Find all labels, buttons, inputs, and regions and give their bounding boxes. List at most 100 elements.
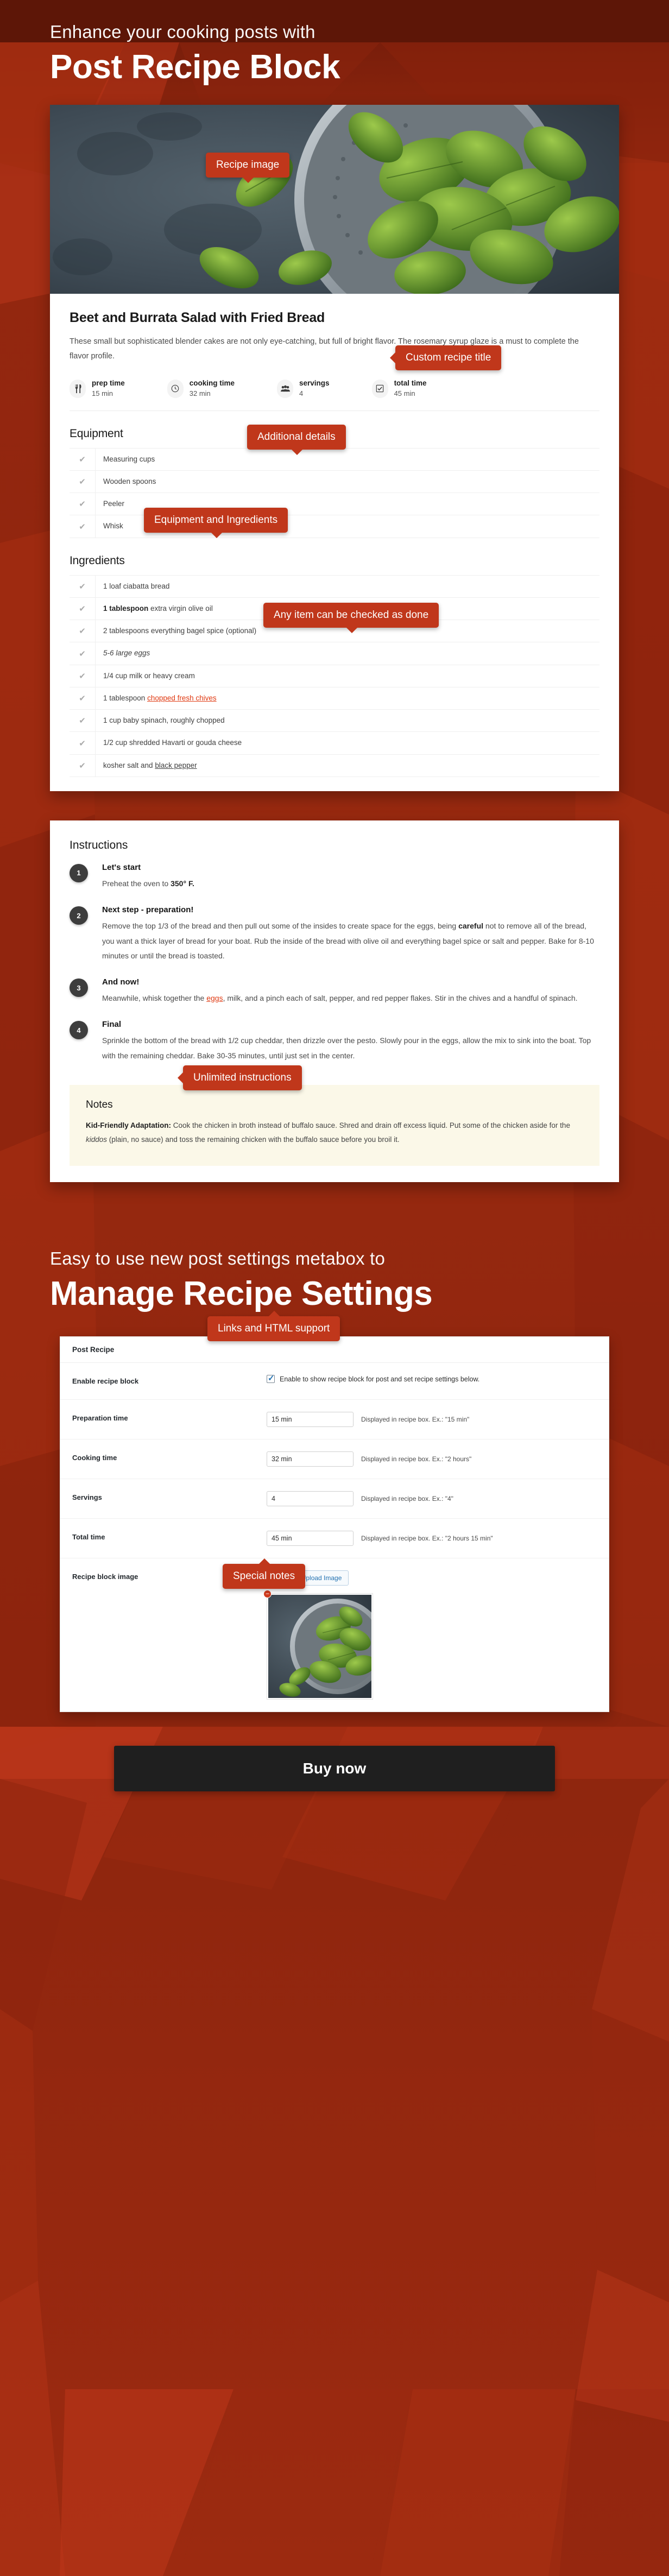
- check-icon[interactable]: ✔: [70, 597, 96, 620]
- check-icon[interactable]: ✔: [70, 515, 96, 538]
- setting-control: Displayed in recipe box. Ex.: "15 min": [267, 1400, 609, 1439]
- setting-label: Enable recipe block: [72, 1377, 139, 1386]
- check-icon[interactable]: ✔: [70, 642, 96, 665]
- meta-value: 4: [299, 389, 304, 397]
- list-item-label: 1 cup baby spinach, roughly chopped: [103, 716, 225, 725]
- hero-two-title: Manage Recipe Settings: [50, 1274, 433, 1312]
- check-icon[interactable]: ✔: [70, 493, 96, 515]
- meta-label: total time: [394, 379, 427, 388]
- hero-one-title: Post Recipe Block: [50, 48, 340, 86]
- setting-text-input[interactable]: [267, 1491, 354, 1507]
- recipe-meta-row: prep time 15 min cooking time 32 min ser…: [70, 375, 599, 411]
- spinach-colander-photo: [50, 104, 619, 294]
- image-thumbnail-wrapper: −: [263, 1590, 373, 1700]
- setting-control: Displayed in recipe box. Ex.: "2 hours": [267, 1439, 609, 1479]
- setting-label: Cooking time: [72, 1454, 117, 1462]
- list-item-label: kosher salt and black pepper: [103, 761, 197, 769]
- list-item[interactable]: ✔ 1 loaf ciabatta bread: [70, 575, 599, 598]
- buy-section: Buy now: [0, 1712, 669, 1832]
- callout-equipment-ingredients: Equipment and Ingredients: [144, 508, 288, 538]
- callout-additional-details: Additional details: [247, 425, 346, 455]
- step-number: 1: [70, 863, 88, 882]
- instruction-step: 3 And now! Meanwhile, whisk together the e…: [70, 971, 599, 1013]
- recipe-block-thumbnail: [268, 1595, 371, 1699]
- check-icon[interactable]: ✔: [70, 665, 96, 687]
- check-icon[interactable]: ✔: [70, 754, 96, 776]
- list-item-label: Peeler: [103, 500, 125, 508]
- step-text: Meanwhile, whisk together the eggs, milk…: [102, 994, 578, 1003]
- callout-special-notes: Special notes: [223, 1558, 306, 1589]
- callout-links-html-support: Links and HTML support: [207, 1311, 340, 1341]
- step-title: And now!: [102, 977, 140, 987]
- meta-servings: servings 4: [277, 378, 330, 398]
- instruction-step: 2 Next step - preparation! Remove the top …: [70, 899, 599, 971]
- setting-text-input[interactable]: [267, 1451, 354, 1467]
- setting-label: Total time: [72, 1533, 105, 1542]
- people-icon: [277, 379, 294, 398]
- meta-value: 45 min: [394, 389, 415, 397]
- setting-hint: Displayed in recipe box. Ex.: "4": [361, 1495, 453, 1503]
- checkbox-label: Enable to show recipe block for post and…: [280, 1375, 480, 1383]
- setting-text-input[interactable]: [267, 1531, 354, 1546]
- buy-now-button[interactable]: Buy now: [114, 1746, 555, 1792]
- clock-icon: [167, 379, 184, 398]
- post-recipe-metabox: Post Recipe Enable recipe blockEnable to…: [60, 1336, 609, 1713]
- list-item[interactable]: ✔ 1/4 cup milk or heavy cream: [70, 665, 599, 687]
- list-item-label: Measuring cups: [103, 454, 155, 463]
- check-icon[interactable]: ✔: [70, 620, 96, 642]
- metabox-wrapper: Post Recipe Enable recipe blockEnable to…: [0, 1336, 669, 1713]
- notes-heading: Notes: [86, 1099, 113, 1111]
- check-icon[interactable]: ✔: [70, 732, 96, 754]
- check-icon[interactable]: ✔: [70, 687, 96, 710]
- setting-text-input[interactable]: [267, 1412, 354, 1428]
- setting-row: Enable recipe block Enable to show recipe…: [60, 1363, 609, 1400]
- list-item-label: 1 tablespoon chopped fresh chives: [103, 693, 217, 702]
- list-item[interactable]: ✔ kosher salt and black pepper: [70, 754, 599, 777]
- check-icon[interactable]: ✔: [70, 470, 96, 493]
- list-item[interactable]: ✔ 1 cup baby spinach, roughly chopped: [70, 710, 599, 733]
- hero-one-kicker: Enhance your cooking posts with: [50, 22, 315, 42]
- list-item[interactable]: ✔ Wooden spoons: [70, 470, 599, 494]
- meta-cooking-time: cooking time 32 min: [167, 378, 235, 398]
- check-icon[interactable]: ✔: [70, 448, 96, 470]
- settings-rows: Enable recipe block Enable to show recipe…: [60, 1363, 609, 1712]
- list-item-label: 2 tablespoons everything bagel spice (op…: [103, 627, 257, 635]
- cutlery-icon: [70, 379, 86, 398]
- list-item-label: Wooden spoons: [103, 477, 156, 485]
- ingredients-heading: Ingredients: [70, 554, 125, 567]
- meta-prep-time: prep time 15 min: [70, 378, 125, 398]
- step-title: Let's start: [102, 862, 141, 872]
- setting-row: Preparation time Displayed in recipe box.…: [60, 1400, 609, 1439]
- instructions-card: Instructions 1 Let's start Preheat the ove…: [50, 820, 619, 1182]
- callout-custom-recipe-title: Custom recipe title: [389, 345, 502, 370]
- step-number: 2: [70, 906, 88, 925]
- list-item[interactable]: ✔ Measuring cups: [70, 448, 599, 471]
- list-item-label: 5-6 large eggs: [103, 649, 150, 658]
- setting-row: Servings Displayed in recipe box. Ex.: "4…: [60, 1479, 609, 1519]
- list-item[interactable]: ✔ 1/2 cup shredded Havarti or gouda chees…: [70, 732, 599, 755]
- setting-label: Preparation time: [72, 1414, 128, 1423]
- setting-control: Enable to show recipe block for post and…: [267, 1363, 609, 1400]
- meta-total-time: total time 45 min: [371, 378, 427, 398]
- step-text: Sprinkle the bottom of the bread with 1/…: [102, 1036, 591, 1060]
- recipe-card-body: Beet and Burrata Salad with Fried Bread …: [50, 294, 619, 791]
- check-icon[interactable]: ✔: [70, 575, 96, 597]
- meta-value: 15 min: [92, 389, 113, 397]
- setting-hint: Displayed in recipe box. Ex.: "2 hours 1…: [361, 1535, 493, 1543]
- setting-control: Displayed in recipe box. Ex.: "4": [267, 1479, 609, 1519]
- meta-label: prep time: [92, 379, 125, 388]
- hero-two-kicker: Easy to use new post settings metabox to: [50, 1248, 386, 1268]
- step-number: 3: [70, 978, 88, 997]
- list-item[interactable]: ✔ 5-6 large eggs: [70, 642, 599, 665]
- setting-hint: Displayed in recipe box. Ex.: "2 hours": [361, 1455, 472, 1463]
- step-title: Final: [102, 1020, 122, 1030]
- enable-recipe-checkbox[interactable]: [267, 1373, 275, 1384]
- card-gap-band: [0, 791, 669, 820]
- checkbox-icon: [371, 379, 388, 398]
- check-icon[interactable]: ✔: [70, 710, 96, 732]
- hero-section-one: Enhance your cooking posts with Post Rec…: [0, 0, 669, 105]
- list-item[interactable]: ✔ 1 tablespoon chopped fresh chives: [70, 687, 599, 710]
- setting-control: Displayed in recipe box. Ex.: "2 hours 1…: [267, 1519, 609, 1558]
- hero-section-two: Easy to use new post settings metabox to…: [0, 1182, 669, 1337]
- meta-label: cooking time: [189, 379, 235, 388]
